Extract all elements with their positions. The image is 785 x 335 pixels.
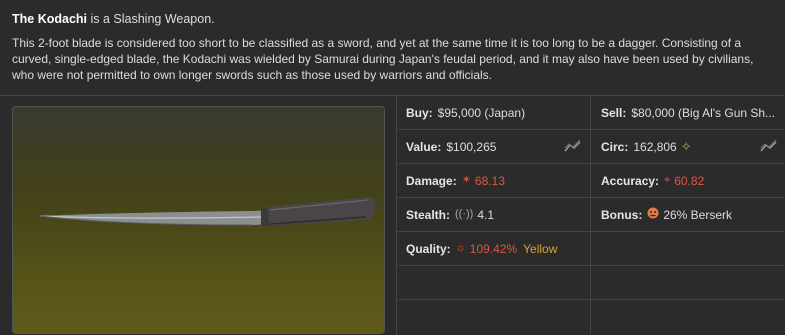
trend-chart-icon-svg <box>564 139 581 152</box>
bonus-value: 26% Berserk <box>663 207 733 222</box>
buy-stat: Buy: $95,000 (Japan) <box>397 96 591 130</box>
accuracy-value: 60.82 <box>674 173 705 188</box>
quality-grade: Yellow <box>523 241 558 256</box>
buy-label: Buy: <box>406 105 433 120</box>
stealth-value: 4.1 <box>477 207 495 222</box>
value-value: $100,265 <box>446 139 497 154</box>
circ-value: 162,806 <box>633 139 677 154</box>
quality-stat: Quality: ☼ 109.42% Yellow <box>397 232 591 266</box>
item-headline: The Kodachi is a Slashing Weapon. <box>12 12 773 26</box>
bonus-stat: Bonus: 26% Berserk <box>591 198 785 232</box>
berserk-icon-svg <box>647 207 659 219</box>
empty-cell <box>591 266 785 300</box>
item-info-page: The Kodachi is a Slashing Weapon. This 2… <box>0 0 785 335</box>
sell-stat: Sell: $80,000 (Big Al's Gun Sh... <box>591 96 785 130</box>
stealth-label: Stealth: <box>406 207 451 222</box>
empty-cell <box>591 300 785 334</box>
circ-label: Circ: <box>601 139 629 154</box>
bonus-label: Bonus: <box>601 207 643 222</box>
quality-label: Quality: <box>406 241 451 256</box>
sell-label: Sell: <box>601 105 627 120</box>
value-stat: Value: $100,265 <box>397 130 591 164</box>
empty-cell <box>397 266 591 300</box>
trend-chart-icon[interactable] <box>564 139 582 156</box>
trend-chart-icon[interactable] <box>760 139 778 156</box>
quality-value: 109.42% <box>469 241 518 256</box>
accuracy-label: Accuracy: <box>601 173 660 188</box>
item-details-panel: Buy: $95,000 (Japan) Sell: $80,000 (Big … <box>0 95 785 335</box>
damage-label: Damage: <box>406 173 457 188</box>
quality-sun-icon: ☼ <box>455 242 466 254</box>
sell-value: $80,000 (Big Al's Gun Sh... <box>631 105 776 120</box>
stealth-stat: Stealth: ((·)) 4.1 <box>397 198 591 232</box>
accuracy-stat: Accuracy: ⌖ 60.82 <box>591 164 785 198</box>
empty-cell <box>397 300 591 334</box>
rarity-diamond-icon: ✧ <box>680 139 692 154</box>
stealth-sound-icon: ((·)) <box>455 208 474 220</box>
item-type-text: is a Slashing Weapon. <box>87 12 215 26</box>
berserk-icon <box>647 207 659 222</box>
item-name: The Kodachi <box>12 12 88 26</box>
value-label: Value: <box>406 139 442 154</box>
empty-cell <box>591 232 785 266</box>
item-description-section: The Kodachi is a Slashing Weapon. This 2… <box>0 0 785 95</box>
damage-value: 68.13 <box>474 173 505 188</box>
damage-stat: Damage: ✶ 68.13 <box>397 164 591 198</box>
item-description: This 2-foot blade is considered too shor… <box>12 36 754 82</box>
circ-stat: Circ: 162,806 ✧ <box>591 130 785 164</box>
damage-burst-icon: ✶ <box>461 174 471 186</box>
item-image <box>12 106 385 334</box>
buy-value: $95,000 (Japan) <box>437 105 526 120</box>
crosshair-icon: ⌖ <box>664 174 671 186</box>
stats-grid: Buy: $95,000 (Japan) Sell: $80,000 (Big … <box>396 96 785 335</box>
trend-chart-icon-svg <box>760 139 777 152</box>
kodachi-image <box>39 196 376 226</box>
